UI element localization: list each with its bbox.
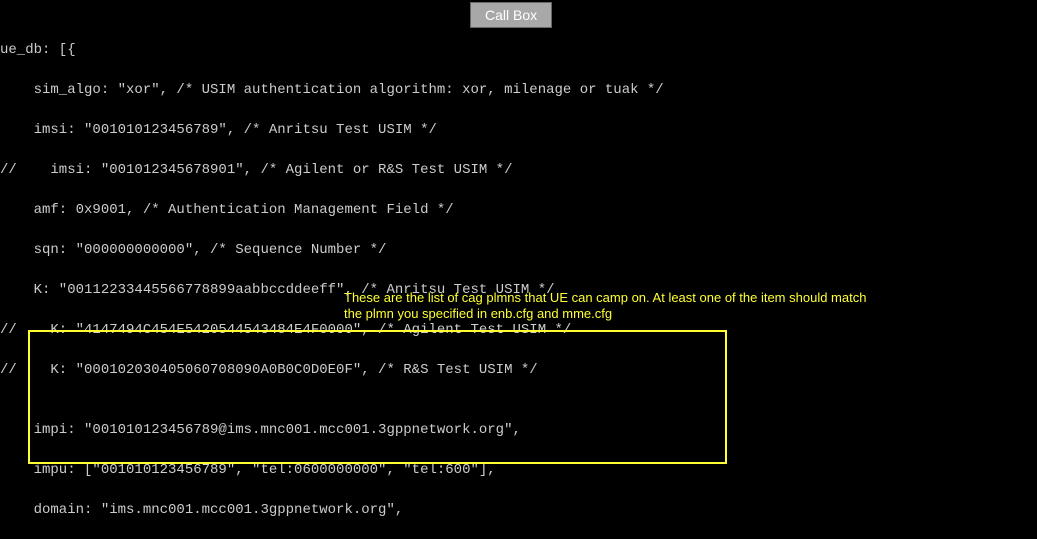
code-line: impu: ["001010123456789", "tel:060000000…: [0, 460, 664, 480]
code-line: impi: "001010123456789@ims.mnc001.mcc001…: [0, 420, 664, 440]
annotation-line: the plmn you specified in enb.cfg and mm…: [344, 306, 612, 321]
code-line: // K: "4147494C454E5420544543484E4F0000"…: [0, 320, 664, 340]
code-line: // K: "000102030405060708090A0B0C0D0E0F"…: [0, 360, 664, 380]
code-block: ue_db: [{ sim_algo: "xor", /* USIM authe…: [0, 20, 664, 539]
annotation-callout: These are the list of cag plmns that UE …: [344, 290, 866, 322]
code-line: // imsi: "001012345678901", /* Agilent o…: [0, 160, 664, 180]
code-line: sim_algo: "xor", /* USIM authentication …: [0, 80, 664, 100]
code-line: sqn: "000000000000", /* Sequence Number …: [0, 240, 664, 260]
code-line: imsi: "001010123456789", /* Anritsu Test…: [0, 120, 664, 140]
annotation-line: These are the list of cag plmns that UE …: [344, 290, 866, 305]
code-line: amf: 0x9001, /* Authentication Managemen…: [0, 200, 664, 220]
code-line: ue_db: [{: [0, 40, 664, 60]
code-line: domain: "ims.mnc001.mcc001.3gppnetwork.o…: [0, 500, 664, 520]
